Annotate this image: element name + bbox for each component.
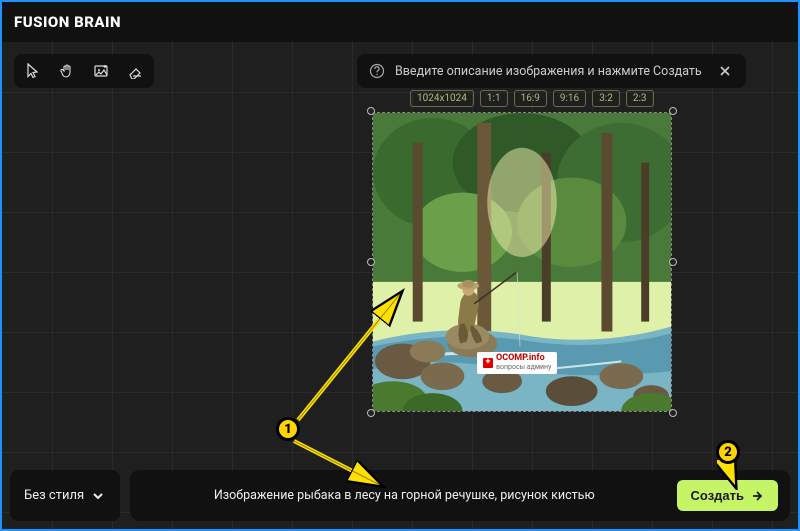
annotation-2: 2 [716, 440, 740, 464]
annotation-1: 1 [276, 417, 300, 441]
prompt-input[interactable]: Изображение рыбака в лесу на горной речу… [142, 488, 667, 503]
watermark-sub: вопросы админу [496, 364, 551, 372]
style-label: Без стиля [24, 488, 84, 503]
resize-handle-mr[interactable] [669, 258, 677, 266]
resize-handle-ml[interactable] [367, 258, 375, 266]
hint-text: Введите описание изображения и нажмите С… [395, 64, 702, 79]
hint-bar: Введите описание изображения и нажмите С… [357, 54, 746, 88]
chevron-down-icon [92, 490, 104, 502]
eraser-icon [127, 63, 143, 79]
size-options: 1024x1024 1:1 16:9 9:16 3:2 2:3 [410, 90, 654, 107]
size-1-1[interactable]: 1:1 [480, 90, 508, 107]
app-header: FUSION BRAIN [2, 2, 798, 42]
cursor-tool[interactable] [22, 60, 44, 82]
plus-icon: + [483, 358, 493, 368]
hand-tool[interactable] [56, 60, 78, 82]
resize-handle-tl[interactable] [367, 107, 375, 115]
watermark-badge: + OCOMP.info вопросы админу [477, 352, 557, 374]
create-button-label: Создать [691, 488, 744, 503]
size-16-9[interactable]: 16:9 [514, 90, 547, 107]
create-button[interactable]: Создать [677, 480, 778, 511]
resize-handle-br[interactable] [669, 409, 677, 417]
hand-icon [59, 63, 75, 79]
resize-handle-tr[interactable] [669, 107, 677, 115]
size-1024x1024[interactable]: 1024x1024 [410, 90, 474, 107]
close-icon [719, 65, 731, 77]
app-logo: FUSION BRAIN [14, 13, 121, 31]
bottom-bar: Без стиля Изображение рыбака в лесу на г… [10, 470, 790, 521]
watermark-main: OCOMP.info [496, 353, 545, 363]
prompt-box: Изображение рыбака в лесу на горной речу… [130, 470, 790, 521]
cursor-icon [25, 63, 41, 79]
help-icon [369, 63, 385, 79]
canvas-stage: Введите описание изображения и нажмите С… [2, 42, 798, 529]
resize-handle-bl[interactable] [367, 409, 375, 417]
style-dropdown[interactable]: Без стиля [10, 470, 120, 521]
size-9-16[interactable]: 9:16 [553, 90, 586, 107]
tool-toolbar [14, 54, 154, 88]
image-icon [93, 63, 109, 79]
eraser-tool[interactable] [124, 60, 146, 82]
arrow-right-icon [750, 489, 764, 503]
hint-close-button[interactable] [716, 62, 734, 80]
size-2-3[interactable]: 2:3 [626, 90, 654, 107]
image-tool[interactable] [90, 60, 112, 82]
size-3-2[interactable]: 3:2 [592, 90, 620, 107]
